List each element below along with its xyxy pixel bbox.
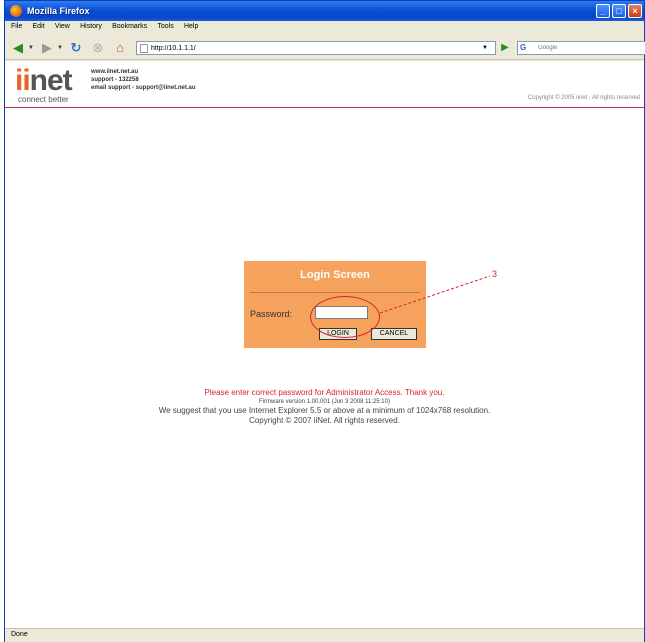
address-bar[interactable] <box>136 41 496 55</box>
home-icon[interactable]: ⌂ <box>111 39 129 57</box>
page-content: iinet connect better www.iinet.net.au su… <box>5 61 644 628</box>
menu-tools[interactable]: Tools <box>157 23 173 30</box>
password-label: Password: <box>250 309 293 319</box>
search-input[interactable] <box>538 42 638 54</box>
window-title: Mozilla Firefox <box>27 6 90 16</box>
browser-window: Mozilla Firefox _ □ × File Edit View His… <box>4 0 645 642</box>
back-arrow-icon[interactable]: ◀ <box>9 39 27 57</box>
title-bar: Mozilla Firefox _ □ × <box>5 1 644 21</box>
status-text: Done <box>11 631 28 638</box>
logo-rest: net <box>29 64 73 97</box>
menu-help[interactable]: Help <box>184 23 198 30</box>
page-icon <box>140 44 148 53</box>
google-search-engine-icon[interactable]: G <box>520 43 530 53</box>
menu-bookmarks[interactable]: Bookmarks <box>112 23 147 30</box>
login-title: Login Screen <box>300 269 370 281</box>
logo-tagline: connect better <box>18 95 69 104</box>
contact-phone: support - 132258 <box>91 77 139 83</box>
menu-view[interactable]: View <box>55 23 70 30</box>
menu-history[interactable]: History <box>80 23 102 30</box>
stop-icon[interactable]: ⊗ <box>89 39 107 57</box>
url-input[interactable] <box>151 42 471 54</box>
footer-copyright: Copyright © 2007 iiNet. All rights reser… <box>249 416 400 425</box>
menu-edit[interactable]: Edit <box>33 23 45 30</box>
back-dropdown-icon[interactable]: ▼ <box>27 39 35 57</box>
login-divider <box>250 292 420 293</box>
search-bar[interactable]: G <box>517 41 645 55</box>
navigation-toolbar: ◀ ▼ ▶ ▼ ↻ ⊗ ⌂ ▼ ▶ G <box>5 36 645 60</box>
annotation-number: 3 <box>492 269 498 279</box>
forward-dropdown-icon[interactable]: ▼ <box>56 39 64 57</box>
menu-file[interactable]: File <box>11 23 22 30</box>
site-header: iinet connect better www.iinet.net.au su… <box>5 61 644 108</box>
annotation-circle <box>310 296 380 338</box>
password-prompt-message: Please enter correct password for Admini… <box>204 388 445 397</box>
logo-accent: ii <box>15 64 31 97</box>
go-arrow-icon[interactable]: ▶ <box>498 41 512 55</box>
firefox-icon <box>10 5 22 17</box>
header-copyright: Copyright © 2005 iinet . All rights rese… <box>527 95 640 101</box>
minimize-icon[interactable]: _ <box>596 4 610 18</box>
cancel-button[interactable]: CANCEL <box>371 328 417 340</box>
contact-email: email support - support@iinet.net.au <box>91 85 196 91</box>
login-messages: Please enter correct password for Admini… <box>5 388 644 426</box>
close-icon[interactable]: × <box>628 4 642 18</box>
forward-arrow-icon[interactable]: ▶ <box>38 39 56 57</box>
menu-bar: File Edit View History Bookmarks Tools H… <box>5 21 644 35</box>
firmware-version: Firmware version 1.00.001 (Jun 3 2008 11… <box>259 399 390 405</box>
contact-website: www.iinet.net.au <box>91 69 139 75</box>
reload-icon[interactable]: ↻ <box>67 39 85 57</box>
iinet-logo: iinet connect better <box>15 64 73 105</box>
maximize-icon[interactable]: □ <box>612 4 626 18</box>
status-bar: Done <box>5 628 644 642</box>
browser-suggestion: We suggest that you use Internet Explore… <box>158 406 491 415</box>
url-dropdown-icon[interactable]: ▼ <box>481 42 489 54</box>
contact-info: www.iinet.net.au support - 132258 email … <box>91 68 196 92</box>
